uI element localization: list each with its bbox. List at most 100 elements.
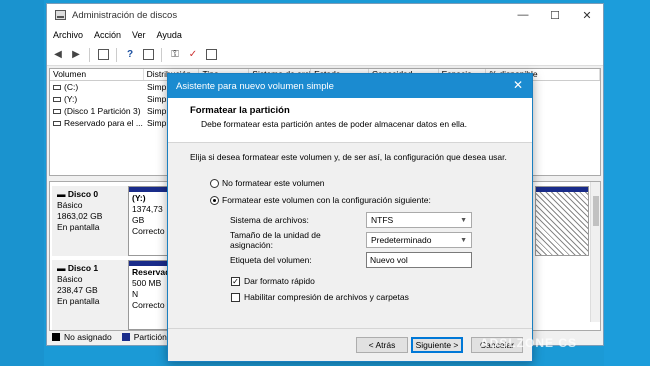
quick-format-checkbox[interactable]: ✓ xyxy=(231,276,240,286)
maximize-button[interactable]: ☐ xyxy=(539,4,571,26)
disk-1-partition[interactable]: Reservado 500 MB N Correcto xyxy=(128,260,172,330)
no-format-radio[interactable] xyxy=(210,178,219,188)
volume-label-input[interactable]: Nuevo vol xyxy=(366,252,472,268)
disk-size: 1863,02 GB xyxy=(57,211,103,221)
compression-label: Habilitar compresión de archivos y carpe… xyxy=(244,292,409,302)
partition-size: 500 MB N xyxy=(132,278,162,299)
partition-bar xyxy=(129,261,171,266)
menu-ayuda[interactable]: Ayuda xyxy=(157,30,182,40)
quick-format-option[interactable]: ✓ Dar formato rápido xyxy=(231,273,532,289)
disk-0-unallocated[interactable] xyxy=(535,186,589,256)
partition-bar xyxy=(129,187,171,192)
legend-label: No asignado xyxy=(64,332,112,342)
menu-accion[interactable]: Acción xyxy=(94,30,121,40)
disk-name: Disco 1 xyxy=(67,263,99,273)
file-system-select[interactable]: NTFS ▼ xyxy=(366,212,472,228)
file-system-label: Sistema de archivos: xyxy=(230,215,309,225)
help-icon[interactable]: ? xyxy=(123,48,137,62)
layout-cell: Simp xyxy=(147,106,167,116)
minimize-button[interactable]: — xyxy=(507,4,539,26)
drive-icon xyxy=(53,109,61,115)
volume-cell: (Disco 1 Partición 3) xyxy=(50,106,144,116)
back-button[interactable]: < Atrás xyxy=(356,337,408,353)
partition-size: 1374,73 GB xyxy=(132,204,163,225)
desktop-background-right xyxy=(604,0,650,366)
volume-name: Reservado para el ... xyxy=(64,118,143,128)
partition-label: Reservado xyxy=(132,267,172,277)
check-icon[interactable]: ✓ xyxy=(186,48,200,62)
legend-swatch-partition xyxy=(121,333,130,341)
new-simple-volume-wizard: Asistente para nuevo volumen simple ✕ Fo… xyxy=(167,73,533,362)
disk-type: Básico xyxy=(57,274,83,284)
disk-0-partition[interactable]: (Y:) 1374,73 GB Correcto xyxy=(128,186,172,256)
quick-format-label: Dar formato rápido xyxy=(244,276,315,286)
file-system-value: NTFS xyxy=(371,215,394,225)
disk-size: 238,47 GB xyxy=(57,285,98,295)
disk-name: Disco 0 xyxy=(67,189,99,199)
allocation-unit-row: Tamaño de la unidad de asignación: Prede… xyxy=(230,230,532,250)
drive-icon xyxy=(53,97,61,103)
dialog-heading: Formatear la partición xyxy=(190,105,290,116)
dialog-body: Elija si desea formatear este volumen y,… xyxy=(168,143,532,305)
chevron-down-icon: ▼ xyxy=(460,216,467,224)
allocation-unit-value: Predeterminado xyxy=(371,235,432,245)
dialog-title: Asistente para nuevo volumen simple xyxy=(176,80,334,92)
format-radio[interactable] xyxy=(210,195,219,205)
volume-name: (C:) xyxy=(64,82,79,92)
menu-archivo[interactable]: Archivo xyxy=(53,30,83,40)
volume-cell: (Y:) xyxy=(50,94,144,104)
close-button[interactable]: ✕ xyxy=(571,4,603,26)
legend-swatch-unallocated xyxy=(52,333,60,341)
properties-icon[interactable] xyxy=(141,48,155,62)
toolbar: ◀ ▶ ? ⚿ ✓ xyxy=(47,44,603,66)
disk-1-label[interactable]: ▬ Disco 1 Básico 238,47 GB En pantalla xyxy=(52,260,128,330)
allocation-unit-label: Tamaño de la unidad de asignación: xyxy=(230,230,321,250)
menu-bar: Archivo Acción Ver Ayuda xyxy=(47,26,603,44)
layout-cell: Simp xyxy=(147,82,167,92)
volume-name: (Y:) xyxy=(64,94,78,104)
disk-status: En pantalla xyxy=(57,296,100,306)
layout-cell: Simp xyxy=(147,94,167,104)
no-format-option[interactable]: No formatear este volumen xyxy=(210,176,532,190)
partition-state: Correcto xyxy=(132,226,165,236)
window-titlebar[interactable]: Administración de discos — ☐ ✕ xyxy=(47,4,603,26)
toolbar-separator xyxy=(89,47,90,62)
layout-cell: Simp xyxy=(147,118,167,128)
scrollbar-thumb[interactable] xyxy=(593,196,599,226)
legend-label: Partición xyxy=(133,332,167,342)
console-tree-icon[interactable] xyxy=(96,48,110,62)
toolbar-separator xyxy=(116,47,117,62)
dialog-prompt: Elija si desea formatear este volumen y,… xyxy=(190,152,507,162)
format-label: Formatear este volumen con la configurac… xyxy=(222,195,431,205)
back-arrow-icon[interactable]: ◀ xyxy=(51,48,65,62)
volume-label-label: Etiqueta del volumen: xyxy=(230,255,312,265)
forward-arrow-icon[interactable]: ▶ xyxy=(69,48,83,62)
list-view-icon[interactable] xyxy=(204,48,218,62)
dialog-close-button[interactable]: ✕ xyxy=(511,78,525,92)
partition-bar xyxy=(536,187,588,192)
compression-option[interactable]: Habilitar compresión de archivos y carpe… xyxy=(231,289,532,305)
chevron-down-icon: ▼ xyxy=(460,236,467,244)
column-header[interactable]: Volumen xyxy=(50,69,144,80)
connect-disk-icon[interactable]: ⚿ xyxy=(168,48,182,62)
partition-state: Correcto xyxy=(132,300,165,310)
menu-ver[interactable]: Ver xyxy=(132,30,146,40)
watermark: ADSLZONE CS xyxy=(480,336,578,350)
dialog-titlebar[interactable]: Asistente para nuevo volumen simple ✕ xyxy=(168,74,532,98)
compression-checkbox[interactable] xyxy=(231,292,240,302)
next-button[interactable]: Siguiente > xyxy=(411,337,463,353)
format-option[interactable]: Formatear este volumen con la configurac… xyxy=(210,193,532,207)
allocation-unit-select[interactable]: Predeterminado ▼ xyxy=(366,232,472,248)
disk-icon: ▬ xyxy=(57,263,68,273)
no-format-label: No formatear este volumen xyxy=(222,178,325,188)
disk-0-label[interactable]: ▬ Disco 0 Básico 1863,02 GB En pantalla xyxy=(52,186,128,256)
disk-management-icon xyxy=(55,10,66,20)
volume-label-row: Etiqueta del volumen: Nuevo vol xyxy=(230,250,532,270)
disk-status: En pantalla xyxy=(57,222,100,232)
partition-label: (Y:) xyxy=(132,193,146,203)
toolbar-separator xyxy=(161,47,162,62)
desktop-background xyxy=(0,0,44,366)
disk-icon: ▬ xyxy=(57,189,68,199)
dialog-subheading: Debe formatear esta partición antes de p… xyxy=(201,119,468,129)
vertical-scrollbar[interactable] xyxy=(590,182,600,322)
